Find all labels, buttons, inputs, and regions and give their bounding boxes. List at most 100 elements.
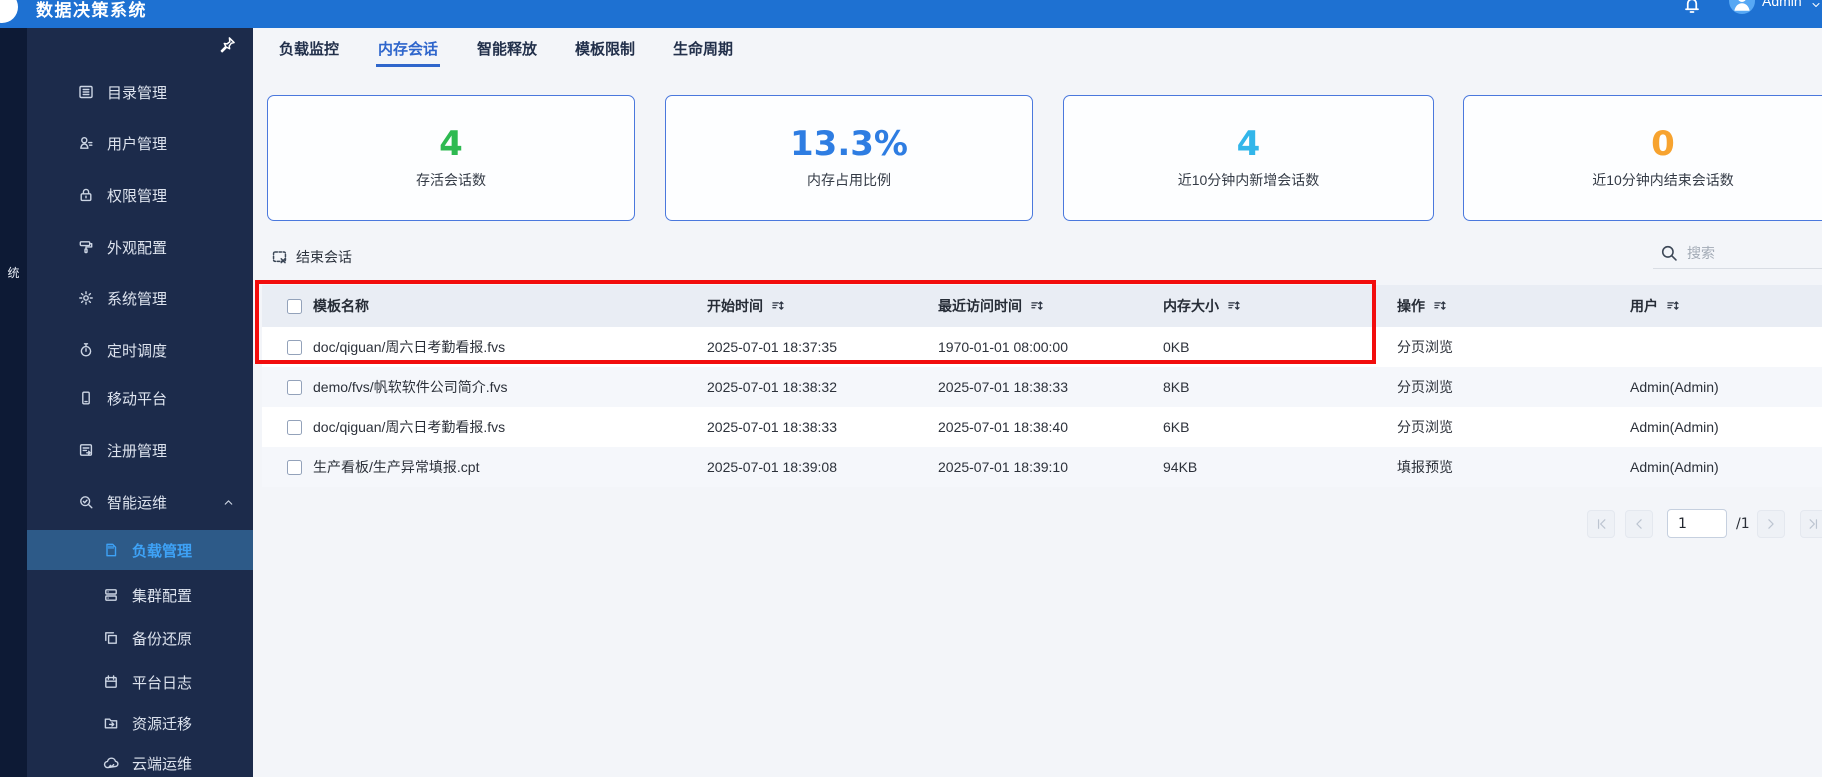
user-name[interactable]: Admin [1762, 0, 1802, 9]
sort-icon[interactable] [1666, 299, 1680, 313]
pin-icon[interactable] [219, 36, 236, 53]
sidebar-item-label: 移动平台 [107, 390, 168, 408]
row-checkbox[interactable] [287, 420, 302, 435]
cell-operation: 分页浏览 [1397, 419, 1453, 435]
sidebar-item-schedule[interactable]: 定时调度 [27, 330, 253, 370]
sidebar-item-permission[interactable]: 权限管理 [27, 175, 253, 215]
chevron-down-icon [1810, 0, 1822, 11]
row-checkbox[interactable] [287, 340, 302, 355]
sidebar-item-cluster[interactable]: 集群配置 [27, 575, 253, 615]
cell-name: demo/fvs/帆软软件公司简介.fvs [313, 379, 508, 395]
column-header-3: 最近访问时间 [938, 285, 1044, 327]
stat-label: 内存占用比例 [807, 171, 891, 188]
migrate-icon [103, 715, 119, 731]
row-checkbox[interactable] [287, 460, 302, 475]
page-last-button[interactable] [1800, 510, 1822, 538]
table-header-row: 模板名称 开始时间 最近访问时间 内存大小 操作 用户 [262, 285, 1822, 327]
row-checkbox[interactable] [287, 380, 302, 395]
cell-user: Admin(Admin) [1630, 459, 1719, 475]
sidebar-item-user[interactable]: 用户管理 [27, 123, 253, 163]
page-first-button[interactable] [1587, 510, 1615, 538]
mobile-icon [78, 390, 94, 406]
select-all-checkbox[interactable] [287, 299, 302, 314]
page-prev-button[interactable] [1625, 510, 1653, 538]
table-row: doc/qiguan/周六日考勤看报.fvs 2025-07-01 18:38:3… [262, 407, 1822, 447]
search-input[interactable] [1685, 244, 1819, 262]
column-header-label: 模板名称 [313, 298, 369, 314]
ops-icon [78, 494, 94, 510]
sidebar-item-label: 资源迁移 [132, 715, 193, 733]
page-prev-icon [1632, 517, 1646, 531]
stat-value: 13.3% [790, 123, 908, 164]
sidebar-item-register[interactable]: 注册管理 [27, 430, 253, 470]
stat-value: 4 [439, 123, 463, 164]
column-header-4: 内存大小 [1163, 285, 1241, 327]
column-header-label: 操作 [1397, 298, 1425, 314]
cell-operation: 填报预览 [1397, 459, 1453, 475]
page-next-button[interactable] [1757, 510, 1785, 538]
tab-3[interactable]: 智能释放 [475, 38, 539, 67]
sidebar-item-log[interactable]: 平台日志 [27, 662, 253, 702]
cell-memory: 0KB [1163, 339, 1190, 355]
sidebar-item-label: 外观配置 [107, 239, 168, 257]
sidebar-item-label: 负载管理 [132, 542, 193, 560]
sidebar: 目录管理用户管理权限管理外观配置系统管理定时调度移动平台注册管理智能运维负载管理… [27, 28, 253, 777]
sidebar-item-cloud[interactable]: 云端运维 [27, 743, 253, 777]
cell-user: Admin(Admin) [1630, 379, 1719, 395]
sidebar-item-label: 权限管理 [107, 187, 168, 205]
log-icon [103, 674, 119, 690]
stat-card-2: 13.3% 内存占用比例 [665, 95, 1033, 221]
page-number-input[interactable] [1667, 509, 1727, 538]
stat-label: 近10分钟内结束会话数 [1592, 171, 1734, 188]
stat-card-3: 4 近10分钟内新增会话数 [1063, 95, 1434, 221]
sidebar-item-migrate[interactable]: 资源迁移 [27, 703, 253, 743]
app-title: 数据决策系统 [36, 1, 147, 20]
cell-start_time: 2025-07-01 18:37:35 [707, 339, 837, 355]
cell-start_time: 2025-07-01 18:38:33 [707, 419, 837, 435]
cell-operation: 分页浏览 [1397, 379, 1453, 395]
page-last-icon [1807, 517, 1821, 531]
table-row: 生产看板/生产异常填报.cpt 2025-07-01 18:39:08 2025-0… [262, 447, 1822, 487]
sidebar-item-label: 集群配置 [132, 587, 193, 605]
page-total-label: /1 [1736, 516, 1750, 532]
system-icon [78, 290, 94, 306]
schedule-icon [78, 342, 94, 358]
sort-icon[interactable] [1227, 299, 1241, 313]
stat-value: 4 [1236, 123, 1261, 164]
search-icon [1660, 244, 1678, 262]
sort-icon[interactable] [1030, 299, 1044, 313]
sidebar-item-load[interactable]: 负载管理 [27, 530, 253, 570]
cell-last_access: 1970-01-01 08:00:00 [938, 339, 1068, 355]
sidebar-item-label: 平台日志 [132, 674, 193, 692]
cell-last_access: 2025-07-01 18:39:10 [938, 459, 1068, 475]
stat-card-1: 4 存活会话数 [267, 95, 635, 221]
cell-start_time: 2025-07-01 18:39:08 [707, 459, 837, 475]
column-header-label: 内存大小 [1163, 298, 1219, 314]
sidebar-item-mobile[interactable]: 移动平台 [27, 378, 253, 418]
left-rail: 统 [0, 28, 27, 777]
end-session-button[interactable]: 结束会话 [271, 247, 352, 267]
sidebar-item-catalog[interactable]: 目录管理 [27, 72, 253, 112]
tab-5[interactable]: 生命周期 [671, 38, 735, 67]
sidebar-item-appearance[interactable]: 外观配置 [27, 227, 253, 267]
sidebar-item-label: 用户管理 [107, 135, 168, 153]
notification-bell-icon[interactable] [1682, 0, 1702, 15]
search-box[interactable] [1653, 241, 1822, 269]
user-avatar[interactable] [1729, 0, 1755, 14]
tab-2[interactable]: 内存会话 [376, 38, 440, 67]
backup-icon [103, 630, 119, 646]
sidebar-item-system[interactable]: 系统管理 [27, 278, 253, 318]
chevron-up-icon[interactable] [222, 496, 235, 509]
tab-1[interactable]: 负载监控 [277, 38, 341, 67]
sort-icon[interactable] [771, 299, 785, 313]
sidebar-item-label: 定时调度 [107, 342, 168, 360]
sidebar-item-ops[interactable]: 智能运维 [27, 482, 253, 522]
tab-4[interactable]: 模板限制 [573, 38, 637, 67]
sidebar-item-label: 备份还原 [132, 630, 193, 648]
sort-icon[interactable] [1433, 299, 1447, 313]
page-first-icon [1594, 517, 1608, 531]
appearance-icon [78, 239, 94, 255]
sidebar-item-backup[interactable]: 备份还原 [27, 618, 253, 658]
column-header-label: 开始时间 [707, 298, 763, 314]
cell-operation: 分页浏览 [1397, 339, 1453, 355]
